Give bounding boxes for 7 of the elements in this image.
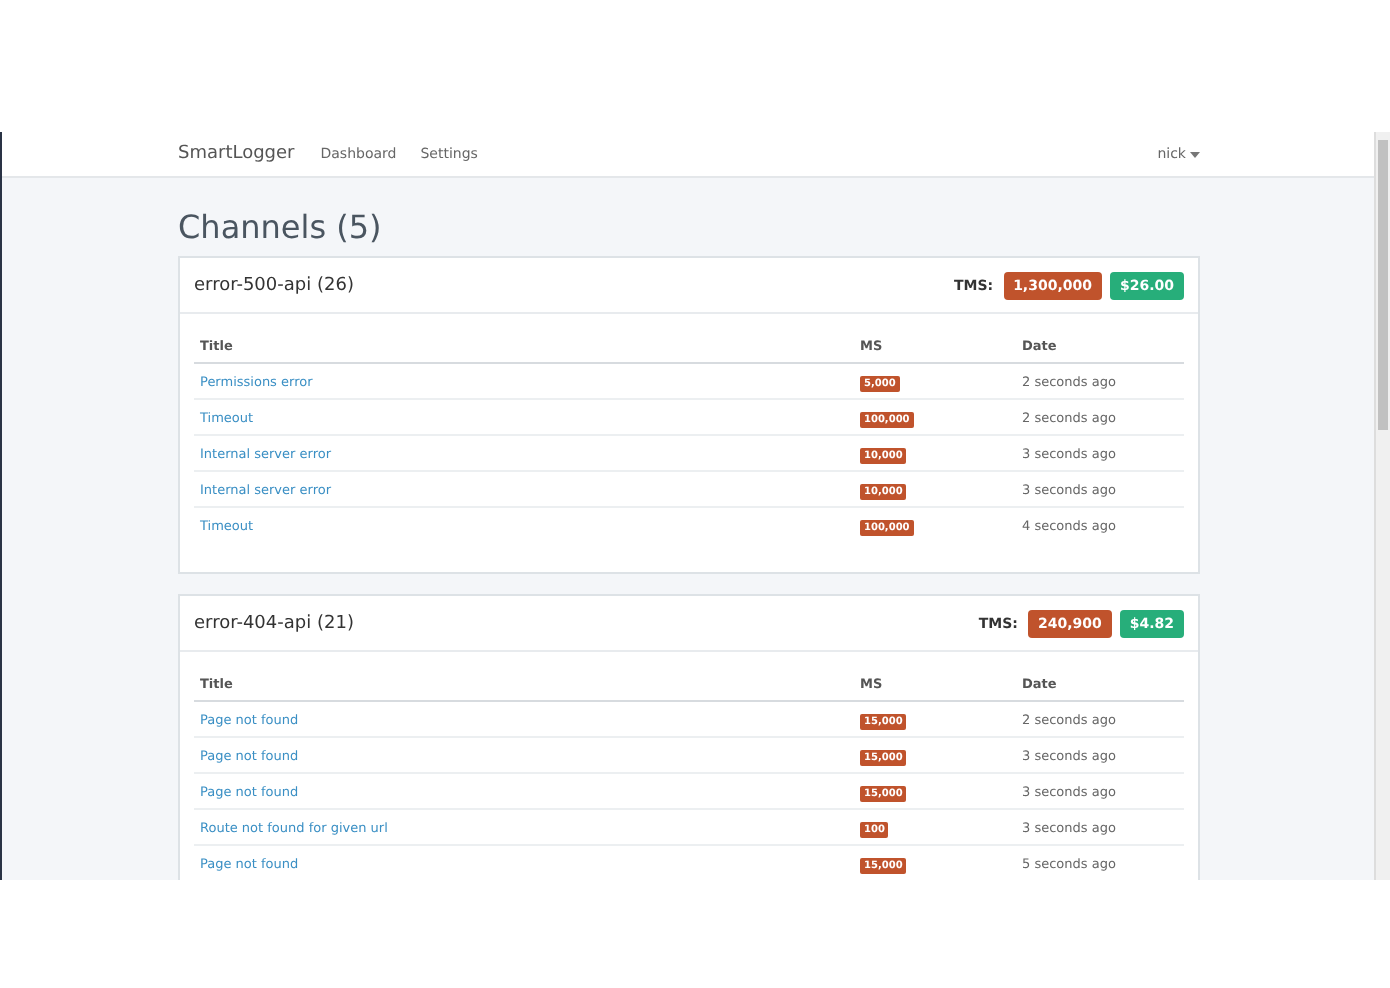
caret-icon (1190, 151, 1200, 157)
channel-name: error-404-api (21) (194, 613, 354, 633)
scrollbar[interactable] (1374, 132, 1390, 880)
brand-link[interactable]: SmartLogger (178, 144, 295, 164)
channel-name: error-500-api (26) (194, 275, 354, 295)
page-heading: Channels (5) (178, 208, 384, 248)
scrollbar-thumb[interactable] (1378, 140, 1388, 430)
